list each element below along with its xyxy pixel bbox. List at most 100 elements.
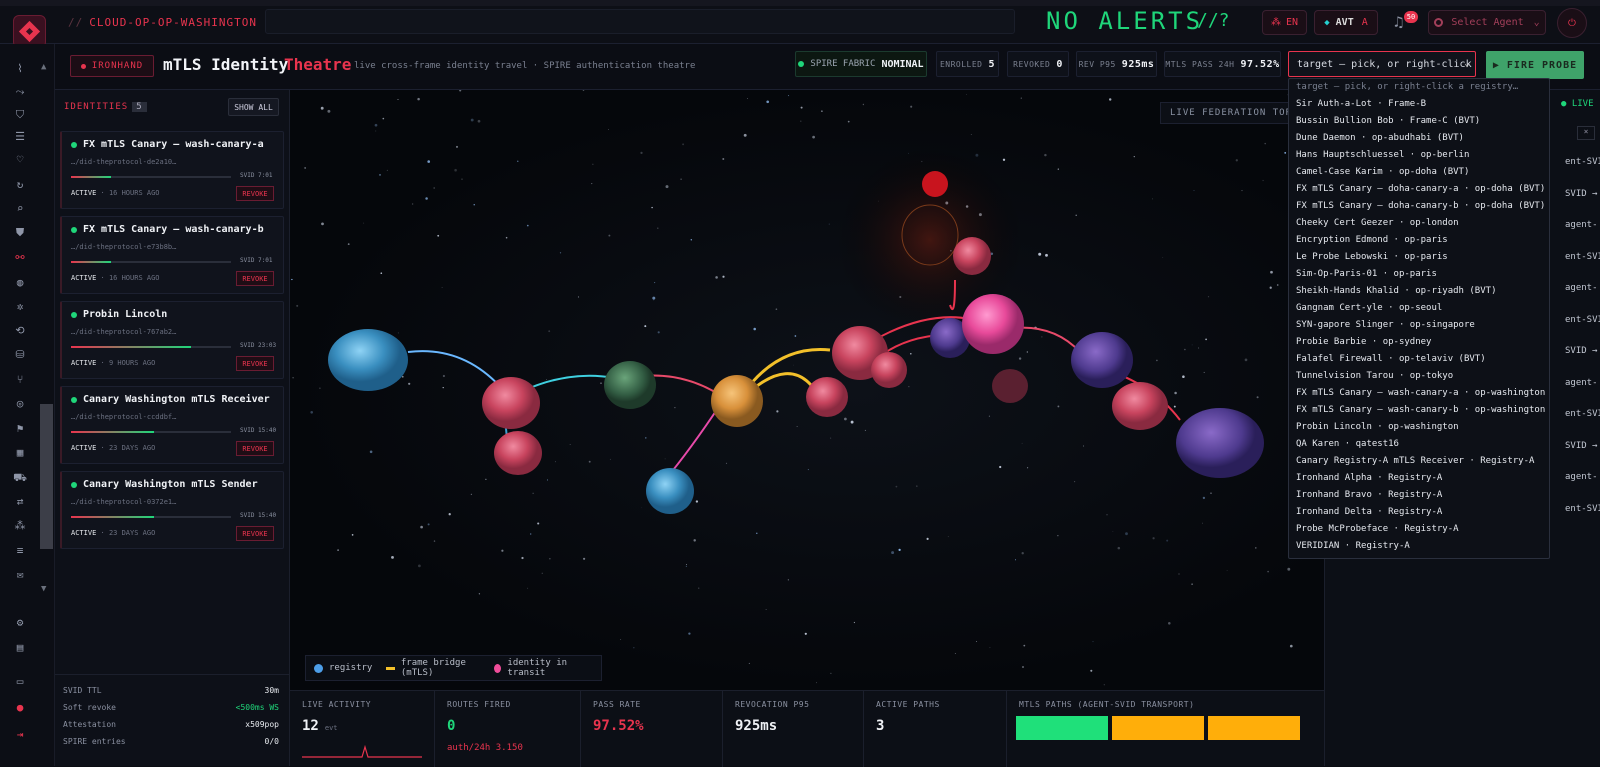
dropdown-option[interactable]: Ironhand Bravo · Registry-A: [1289, 487, 1549, 504]
event-item[interactable]: ent-SVID: [1565, 504, 1600, 514]
dropdown-option[interactable]: Sheikh-Hands Khalid · op-riyadh (BVT): [1289, 283, 1549, 300]
nav-identity-icon[interactable]: ⚯: [12, 251, 28, 265]
nav-cluster-icon[interactable]: ⁂: [12, 519, 28, 533]
event-item[interactable]: agent-: [1565, 378, 1598, 388]
fire-probe-button[interactable]: ▶ FIRE PROBE: [1486, 51, 1584, 79]
close-icon[interactable]: ×: [1577, 126, 1595, 140]
dropdown-option[interactable]: SYN-gapore Slinger · op-singapore: [1289, 317, 1549, 334]
event-item[interactable]: SVID →: [1565, 189, 1598, 199]
nav-activity-icon[interactable]: ⌇: [12, 62, 28, 76]
nav-lock-icon[interactable]: ⛊: [12, 226, 28, 240]
event-item[interactable]: ent-SVID: [1565, 409, 1600, 419]
registry-node[interactable]: [604, 361, 656, 409]
dropdown-option[interactable]: Gangnam Cert-yle · op-seoul: [1289, 300, 1549, 317]
event-item[interactable]: SVID →: [1565, 346, 1598, 356]
dropdown-option[interactable]: FX mTLS Canary — doha-canary-b · op-doha…: [1289, 198, 1549, 215]
command-bar[interactable]: [265, 9, 1015, 34]
registry-node[interactable]: [962, 294, 1024, 354]
identity-card[interactable]: FX mTLS Canary — wash-canary-a …/did-thep…: [60, 131, 284, 209]
revoke-button[interactable]: REVOKE: [236, 186, 274, 201]
registry-node[interactable]: [953, 237, 991, 275]
federation-topology-canvas[interactable]: LIVE FEDERATION TOPOL registry frame bri…: [290, 90, 1324, 690]
chat-icon[interactable]: ▭: [12, 675, 28, 689]
event-item[interactable]: agent-: [1565, 220, 1598, 230]
dropdown-option[interactable]: Hans Hauptschluessel · op-berlin: [1289, 147, 1549, 164]
registry-node[interactable]: [646, 468, 694, 514]
nav-bug-icon[interactable]: ✲: [12, 300, 28, 314]
dropdown-option[interactable]: Sim-Op-Paris-01 · op-paris: [1289, 266, 1549, 283]
nav-shield-icon[interactable]: ⛉: [12, 108, 28, 122]
registry-node[interactable]: [482, 377, 540, 429]
event-item[interactable]: ent-SVID: [1565, 157, 1600, 167]
dropdown-option[interactable]: Cheeky Cert Geezer · op-london: [1289, 215, 1549, 232]
nav-list-icon[interactable]: ≡: [12, 544, 28, 558]
dropdown-option[interactable]: QA Karen · qatest16: [1289, 436, 1549, 453]
dropdown-option[interactable]: Tunnelvision Tarou · op-tokyo: [1289, 368, 1549, 385]
nav-globe-icon[interactable]: ◍: [12, 276, 28, 290]
dropdown-option[interactable]: Bussin Bullion Bob · Frame-C (BVT): [1289, 113, 1549, 130]
nav-truck-icon[interactable]: ⛟: [12, 471, 28, 485]
dropdown-option[interactable]: Le Probe Lebowski · op-paris: [1289, 249, 1549, 266]
nav-branch-icon[interactable]: ⑂: [12, 373, 28, 387]
nav-mail-icon[interactable]: ✉: [12, 568, 28, 582]
dropdown-option[interactable]: Probe McProbeface · Registry-A: [1289, 521, 1549, 538]
language-button[interactable]: ⁂ EN: [1262, 10, 1307, 35]
registry-node[interactable]: [992, 369, 1028, 403]
event-item[interactable]: ent-SVID: [1565, 315, 1600, 325]
identity-card[interactable]: Canary Washington mTLS Receiver …/did-the…: [60, 386, 284, 464]
dropdown-option[interactable]: FX mTLS Canary — wash-canary-b · op-wash…: [1289, 402, 1549, 419]
dropdown-option[interactable]: Ironhand Delta · Registry-A: [1289, 504, 1549, 521]
nav-cycle-icon[interactable]: ⟲: [12, 324, 28, 338]
nav-heart-icon[interactable]: ♡: [12, 153, 28, 167]
revoke-button[interactable]: REVOKE: [236, 271, 274, 286]
nav-server-icon[interactable]: ☰: [12, 130, 28, 144]
revoke-button[interactable]: REVOKE: [236, 441, 274, 456]
registry-node[interactable]: [871, 352, 907, 388]
registry-node[interactable]: [1071, 332, 1133, 388]
dropdown-option[interactable]: Falafel Firewall · op-telaviv (BVT): [1289, 351, 1549, 368]
nav-table-icon[interactable]: ▦: [12, 446, 28, 460]
select-agent-dropdown[interactable]: Select Agent ⌄: [1428, 10, 1546, 35]
identity-card[interactable]: FX mTLS Canary — wash-canary-b …/did-thep…: [60, 216, 284, 294]
registry-node[interactable]: [1112, 382, 1168, 430]
nav-flag-icon[interactable]: ⚑: [12, 422, 28, 436]
event-item[interactable]: agent-: [1565, 472, 1598, 482]
event-item[interactable]: agent-: [1565, 283, 1598, 293]
show-all-button[interactable]: SHOW ALL: [228, 98, 279, 116]
event-item[interactable]: SVID →: [1565, 441, 1598, 451]
registry-node[interactable]: [494, 431, 542, 475]
dropdown-option[interactable]: Ironhand Alpha · Registry-A: [1289, 470, 1549, 487]
revoke-button[interactable]: REVOKE: [236, 526, 274, 541]
dropdown-option[interactable]: Probie Barbie · op-sydney: [1289, 334, 1549, 351]
registry-node[interactable]: [328, 329, 408, 391]
target-select[interactable]: target — pick, or right-click a r ⌄: [1288, 51, 1476, 77]
ironhand-tag[interactable]: IRONHAND: [70, 55, 154, 77]
nav-search-icon[interactable]: ⌕: [12, 202, 28, 216]
event-item[interactable]: ent-SVID: [1565, 252, 1600, 262]
nav-scrollbar[interactable]: [40, 404, 53, 549]
scroll-up-icon[interactable]: ▲: [41, 62, 46, 72]
dropdown-option[interactable]: VERIDIAN · Registry-A: [1289, 538, 1549, 555]
avt-button[interactable]: ◆ AVT A: [1314, 10, 1378, 35]
dropdown-placeholder[interactable]: target — pick, or right-click a registry…: [1289, 79, 1549, 96]
scroll-down-icon[interactable]: ▼: [41, 584, 46, 594]
dropdown-option[interactable]: Dune Daemon · op-abudhabi (BVT): [1289, 130, 1549, 147]
dropdown-option[interactable]: Encryption Edmond · op-paris: [1289, 232, 1549, 249]
logout-icon[interactable]: ⇥: [12, 728, 28, 742]
document-icon[interactable]: ▤: [12, 641, 28, 655]
identity-card[interactable]: Canary Washington mTLS Sender …/did-thepr…: [60, 471, 284, 549]
registry-node[interactable]: [806, 377, 848, 417]
power-icon[interactable]: ⏻: [1557, 8, 1587, 38]
record-dot-icon[interactable]: ●: [12, 701, 28, 715]
nav-refresh-icon[interactable]: ↻: [12, 178, 28, 192]
registry-node[interactable]: [1176, 408, 1264, 478]
nav-network-icon[interactable]: ◎: [12, 397, 28, 411]
dropdown-option[interactable]: Canary Registry-A mTLS Receiver · Regist…: [1289, 453, 1549, 470]
nav-swap-icon[interactable]: ⇄: [12, 495, 28, 509]
dropdown-option[interactable]: FX mTLS Canary — doha-canary-a · op-doha…: [1289, 181, 1549, 198]
nav-database-icon[interactable]: ⛁: [12, 348, 28, 362]
dropdown-option[interactable]: FX mTLS Canary — wash-canary-a · op-wash…: [1289, 385, 1549, 402]
target-dropdown-list[interactable]: target — pick, or right-click a registry…: [1288, 78, 1550, 559]
dropdown-option[interactable]: Sir Auth-a-Lot · Frame-B: [1289, 96, 1549, 113]
nav-route-icon[interactable]: ⤳: [12, 85, 28, 99]
